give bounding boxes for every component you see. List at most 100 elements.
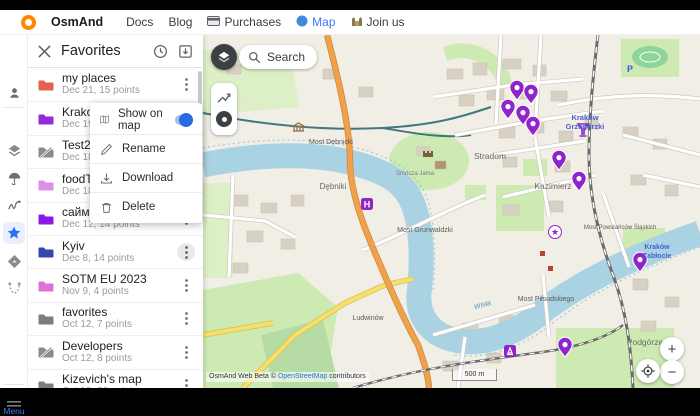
- letterbox-bottom: [0, 388, 700, 400]
- folder-subtitle: Dec 8, 14 points: [62, 253, 169, 265]
- folder-name: Kizevich's map: [62, 373, 169, 386]
- map-style-button[interactable]: [211, 44, 237, 70]
- letterbox-top: [0, 0, 700, 10]
- menu-item-rename[interactable]: Rename: [90, 134, 202, 163]
- weather-icon[interactable]: [0, 166, 28, 190]
- search-label: Search: [267, 50, 305, 64]
- navigation-icon[interactable]: [0, 249, 28, 273]
- target-icon: [641, 364, 655, 378]
- svg-text:Most Dębnicki: Most Dębnicki: [309, 139, 353, 146]
- community-icon: [351, 15, 363, 29]
- folder-icon: [38, 177, 54, 193]
- top-navigation: OsmAnd Docs Blog Purchases Map Join us: [0, 10, 700, 35]
- left-icon-rail: Menu: [0, 35, 28, 388]
- poi-castle-icon: [423, 151, 433, 157]
- import-icon[interactable]: [178, 44, 193, 59]
- favorites-star-icon[interactable]: [0, 221, 28, 245]
- panel-title: Favorites: [61, 43, 143, 59]
- track-recording-button[interactable]: [216, 111, 232, 127]
- folder-subtitle: Oct 12, 8 points: [62, 353, 169, 365]
- svg-text:Most Powstańców Śląskich: Most Powstańców Śląskich: [584, 223, 656, 231]
- kebab-menu-icon[interactable]: [177, 243, 195, 261]
- menu-item-download[interactable]: Download: [90, 163, 202, 192]
- measure-route-icon[interactable]: [217, 91, 232, 104]
- poi-dot: [540, 251, 545, 256]
- close-icon[interactable]: [38, 45, 51, 58]
- globe-icon: [296, 15, 308, 30]
- map-icon: [100, 113, 109, 126]
- kebab-menu-icon[interactable]: [177, 76, 195, 94]
- map-attribution: OsmAnd Web Beta © OpenStreetMap contribu…: [206, 372, 369, 382]
- folder-name: my places: [62, 72, 169, 85]
- account-icon[interactable]: [0, 81, 28, 105]
- nav-map[interactable]: Map: [296, 15, 335, 30]
- folder-name: favorites: [62, 306, 169, 319]
- menu-item-delete[interactable]: Delete: [90, 192, 202, 221]
- svg-text:Kazimierz: Kazimierz: [534, 181, 571, 191]
- svg-text:Most Grunwaldzki: Most Grunwaldzki: [397, 227, 453, 234]
- poi-dot: [548, 266, 553, 271]
- pencil-icon: [100, 143, 113, 156]
- kebab-menu-icon[interactable]: [177, 343, 195, 361]
- card-icon: [207, 15, 220, 29]
- favorite-folder-row[interactable]: SOTM EU 2023Nov 9, 4 points: [28, 268, 203, 301]
- folder-subtitle: Nov 9, 4 points: [62, 286, 169, 298]
- configure-map-icon[interactable]: [0, 138, 28, 162]
- parking-label: P: [627, 64, 633, 74]
- osmand-web-app: OsmAnd Docs Blog Purchases Map Join us: [0, 0, 700, 400]
- brand-name: OsmAnd: [51, 15, 103, 29]
- nav-docs[interactable]: Docs: [126, 15, 153, 29]
- folder-icon: [38, 278, 54, 294]
- nav-blog[interactable]: Blog: [168, 15, 192, 29]
- hospital-marker[interactable]: H: [361, 198, 373, 210]
- plan-route-icon[interactable]: [0, 276, 28, 300]
- svg-text:Most Piłsudskiego: Most Piłsudskiego: [518, 296, 575, 303]
- search-icon: [248, 51, 261, 64]
- star-marker[interactable]: ★: [549, 226, 562, 239]
- zoom-out-button[interactable]: −: [660, 360, 684, 384]
- map-tools-card: [211, 83, 237, 135]
- svg-text:Grzegórzki: Grzegórzki: [566, 122, 605, 131]
- monument-marker[interactable]: [504, 345, 516, 357]
- rail-divider: [4, 384, 24, 385]
- menu-label[interactable]: Menu: [0, 406, 28, 416]
- svg-text:Kraków: Kraków: [644, 244, 670, 251]
- hidden-folder-icon: [38, 144, 54, 160]
- svg-text:Ludwinów: Ludwinów: [352, 315, 384, 322]
- folder-context-menu: Show on map Rename Download Delete: [90, 103, 202, 223]
- osmand-logo-icon: [21, 15, 36, 30]
- map-viewport[interactable]: P ★: [203, 35, 700, 388]
- search-button[interactable]: Search: [239, 45, 317, 69]
- svg-text:Dębniki: Dębniki: [320, 182, 347, 191]
- favorites-header: Favorites: [28, 35, 203, 68]
- folder-icon: [38, 311, 54, 327]
- folder-subtitle: Oct 12, 7 points: [62, 319, 169, 331]
- svg-text:H: H: [364, 199, 371, 209]
- rail-divider: [4, 107, 24, 108]
- trash-icon: [100, 201, 113, 214]
- folder-name: Kyiv: [62, 240, 169, 253]
- svg-text:Stradom: Stradom: [474, 151, 506, 161]
- kebab-menu-icon[interactable]: [177, 310, 195, 328]
- svg-text:★: ★: [551, 227, 559, 237]
- favorite-folder-row[interactable]: my placesDec 21, 15 points: [28, 68, 203, 101]
- hidden-folder-icon: [38, 344, 54, 360]
- favorite-folder-row[interactable]: DevelopersOct 12, 8 points: [28, 335, 203, 368]
- folder-icon: [38, 211, 54, 227]
- download-icon: [100, 172, 113, 185]
- menu-item-show-on-map[interactable]: Show on map: [90, 105, 202, 134]
- show-on-map-toggle[interactable]: [175, 115, 192, 125]
- my-location-button[interactable]: [636, 359, 660, 383]
- osm-link[interactable]: OpenStreetMap: [278, 373, 327, 380]
- kebab-menu-icon[interactable]: [177, 277, 195, 295]
- nav-purchases[interactable]: Purchases: [207, 15, 281, 29]
- favorite-folder-row[interactable]: KyivDec 8, 14 points: [28, 235, 203, 268]
- nav-join-us[interactable]: Join us: [351, 15, 405, 29]
- favorite-folder-row[interactable]: favoritesOct 12, 7 points: [28, 302, 203, 335]
- folder-icon: [38, 77, 54, 93]
- svg-text:Podgórze: Podgórze: [627, 337, 664, 347]
- tracks-icon[interactable]: [0, 193, 28, 217]
- svg-text:Smocza Jama: Smocza Jama: [396, 171, 435, 177]
- history-clock-icon[interactable]: [153, 44, 168, 59]
- zoom-in-button[interactable]: +: [660, 337, 684, 361]
